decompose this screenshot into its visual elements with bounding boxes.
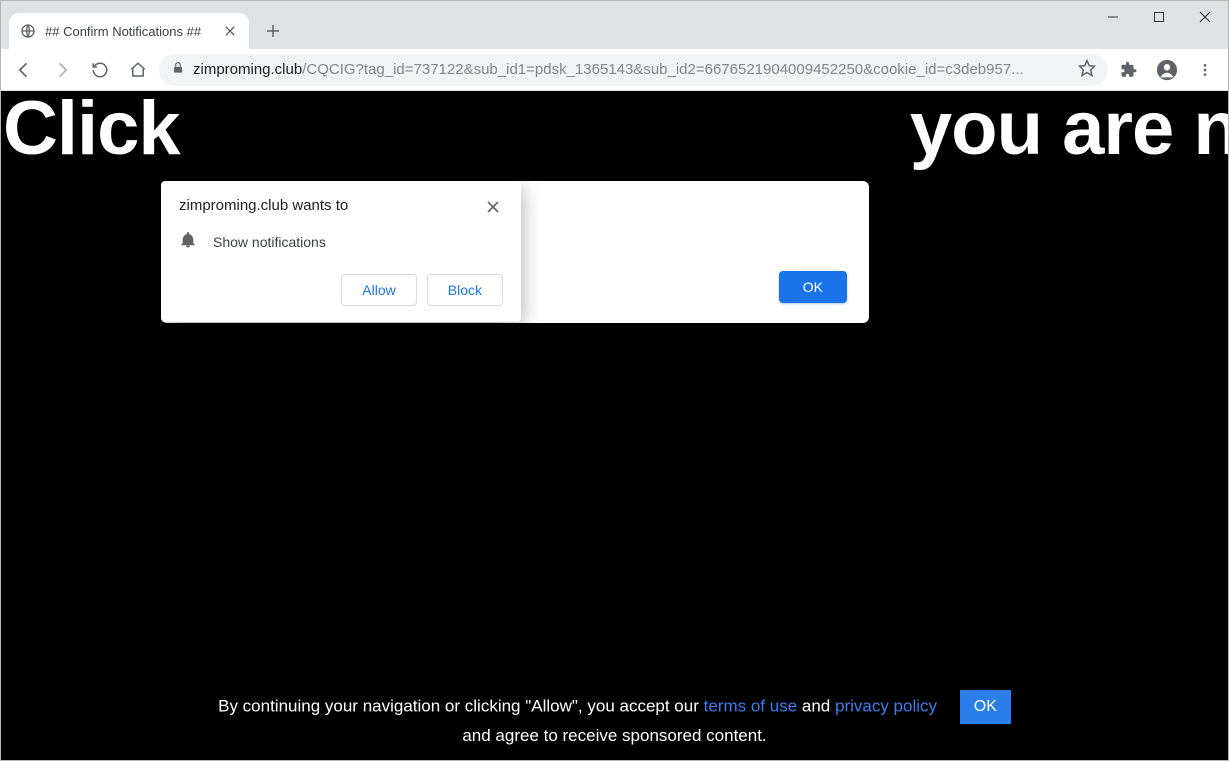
bookmark-star-icon[interactable]	[1078, 59, 1096, 81]
extensions-button[interactable]	[1112, 53, 1146, 87]
url-host: zimproming.club	[193, 61, 302, 78]
reload-button[interactable]	[83, 53, 117, 87]
maximize-button[interactable]	[1136, 1, 1182, 33]
cookie-ok-button[interactable]: OK	[960, 690, 1011, 724]
cookie-text-1: By continuing your navigation or clickin…	[218, 696, 704, 715]
cookie-text-2: and agree to receive sponsored content.	[1, 726, 1228, 746]
js-alert-ok-button[interactable]: OK	[779, 271, 847, 303]
window-controls	[1090, 1, 1228, 33]
headline-left: Click	[3, 91, 180, 171]
toolbar: zimproming.club/CQCIG?tag_id=737122&sub_…	[1, 49, 1228, 91]
permission-close-button[interactable]	[483, 197, 503, 217]
terms-of-use-link[interactable]: terms of use	[704, 696, 798, 715]
browser-window: ## Confirm Notifications ## zimpromin	[0, 0, 1229, 761]
cookie-consent-bar: By continuing your navigation or clickin…	[1, 690, 1228, 746]
allow-button[interactable]: Allow	[341, 274, 416, 306]
url-path: /CQCIG?tag_id=737122&sub_id1=pdsk_136514…	[302, 61, 1023, 78]
notification-permission-prompt: zimproming.club wants to Show notificati…	[161, 181, 521, 322]
forward-button[interactable]	[45, 53, 79, 87]
home-button[interactable]	[121, 53, 155, 87]
lock-icon	[171, 61, 185, 79]
menu-button[interactable]	[1188, 53, 1222, 87]
bell-icon	[179, 231, 197, 252]
profile-button[interactable]	[1150, 53, 1184, 87]
tab-title: ## Confirm Notifications ##	[45, 24, 213, 39]
tab-strip: ## Confirm Notifications ##	[1, 1, 1228, 49]
close-window-button[interactable]	[1182, 1, 1228, 33]
back-button[interactable]	[7, 53, 41, 87]
url-text: zimproming.club/CQCIG?tag_id=737122&sub_…	[193, 61, 1070, 78]
cookie-and: and	[802, 696, 835, 715]
block-button[interactable]: Block	[427, 274, 503, 306]
headline-right: you are not	[910, 91, 1228, 171]
address-bar[interactable]: zimproming.club/CQCIG?tag_id=737122&sub_…	[159, 54, 1108, 86]
permission-title: zimproming.club wants to	[179, 197, 348, 214]
globe-icon	[19, 22, 37, 40]
privacy-policy-link[interactable]: privacy policy	[835, 696, 937, 715]
tab-close-button[interactable]	[221, 22, 239, 40]
page-content: Click you are not zimproming.club says P…	[1, 91, 1228, 760]
new-tab-button[interactable]	[259, 17, 287, 45]
minimize-button[interactable]	[1090, 1, 1136, 33]
permission-item: Show notifications	[213, 234, 326, 250]
page-headline: Click you are not	[3, 91, 1228, 167]
browser-tab[interactable]: ## Confirm Notifications ##	[9, 13, 249, 49]
